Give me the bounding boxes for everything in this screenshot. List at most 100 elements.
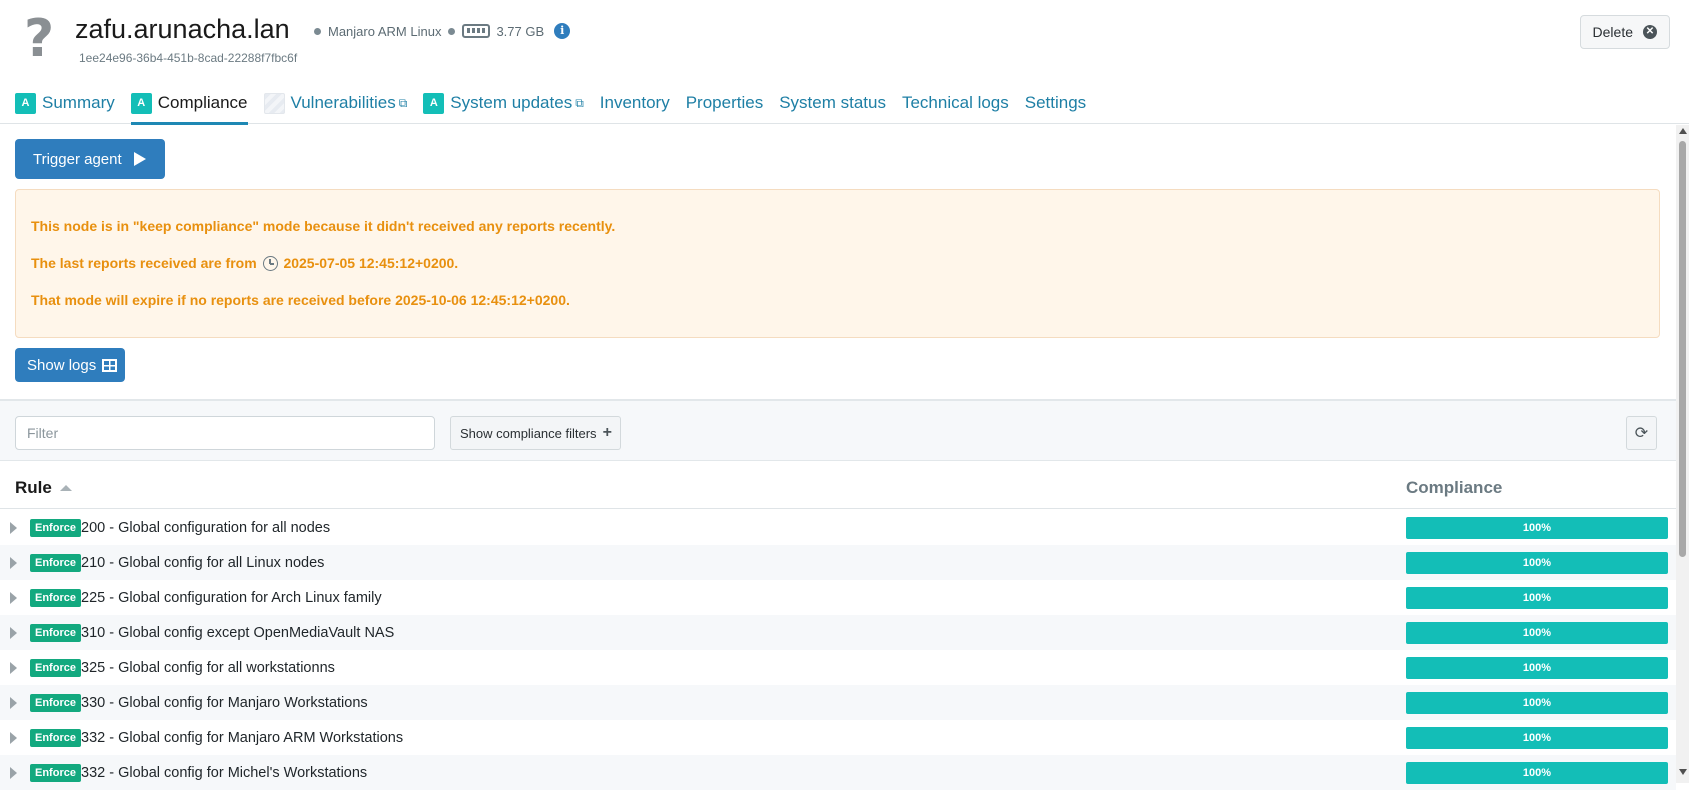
tab-label: Compliance (157, 93, 248, 112)
enforce-badge: Enforce (30, 658, 81, 677)
rule-name[interactable]: 225 - Global configuration for Arch Linu… (81, 590, 382, 606)
table-row[interactable]: Enforce 325 - Global config for all work… (0, 650, 1676, 685)
tab-inventory[interactable]: Inventory (600, 84, 670, 124)
rule-name[interactable]: 310 - Global config except OpenMediaVaul… (81, 625, 394, 641)
tab-system-updates[interactable]: A System updates ⧉ (423, 84, 584, 124)
table-row[interactable]: Enforce 225 - Global configuration for A… (0, 580, 1676, 615)
expand-caret-icon[interactable] (10, 766, 17, 779)
compliance-bar: 100% (1406, 691, 1668, 714)
compliance-bar: 100% (1406, 761, 1668, 784)
node-ram: 3.77 GB (496, 23, 545, 39)
alert-line-mode: This node is in "keep compliance" mode b… (31, 218, 616, 234)
column-header-compliance[interactable]: Compliance (1406, 478, 1502, 498)
sort-asc-icon (59, 485, 72, 491)
ram-icon (462, 24, 491, 38)
node-os: Manjaro ARM Linux (328, 23, 442, 39)
rules-table-body: Enforce 200 - Global configuration for a… (0, 510, 1676, 790)
enforce-badge: Enforce (30, 623, 81, 642)
rule-name[interactable]: 330 - Global config for Manjaro Workstat… (81, 695, 368, 711)
vertical-scrollbar[interactable] (1676, 125, 1689, 783)
compliance-bar: 100% (1406, 586, 1668, 609)
enforce-badge: Enforce (30, 553, 81, 572)
rule-name[interactable]: 332 - Global config for Manjaro ARM Work… (81, 730, 403, 746)
column-header-rule[interactable]: Rule (15, 478, 72, 498)
compliance-bar: 100% (1406, 621, 1668, 644)
table-row[interactable]: Enforce 332 - Global config for Michel's… (0, 755, 1676, 790)
tab-summary[interactable]: A Summary (15, 84, 115, 124)
compliance-bar: 100% (1406, 726, 1668, 749)
external-link-icon: ⧉ (398, 95, 408, 110)
node-meta: Manjaro ARM Linux 3.77 GB i (307, 22, 571, 40)
tab-technical-logs[interactable]: Technical logs (902, 84, 1009, 124)
node-id: 1ee24e96-36b4-451b-8cad-22288f7fbc6f (79, 51, 298, 65)
show-compliance-filters-button[interactable]: Show compliance filters + (450, 416, 621, 450)
alert-line-last-report: The last reports received are from 2025-… (31, 255, 459, 271)
delete-button[interactable]: Delete ✕ (1579, 15, 1670, 49)
plus-icon: + (602, 424, 612, 441)
expand-caret-icon[interactable] (10, 696, 17, 709)
table-row[interactable]: Enforce 210 - Global config for all Linu… (0, 545, 1676, 580)
expand-caret-icon[interactable] (10, 731, 17, 744)
show-logs-button[interactable]: Show logs (15, 348, 125, 382)
rule-name[interactable]: 332 - Global config for Michel's Worksta… (81, 765, 367, 781)
table-row[interactable]: Enforce 330 - Global config for Manjaro … (0, 685, 1676, 720)
scroll-thumb[interactable] (1679, 141, 1686, 557)
clock-icon (262, 256, 278, 271)
enforce-badge: Enforce (30, 588, 81, 607)
rule-name[interactable]: 200 - Global configuration for all nodes (81, 520, 330, 536)
score-badge: A (15, 92, 36, 114)
tab-label: Vulnerabilities (290, 93, 396, 112)
table-header: Rule Compliance (0, 464, 1676, 509)
tab-label: Properties (685, 93, 764, 112)
table-icon (102, 358, 118, 372)
expand-caret-icon[interactable] (10, 521, 17, 534)
alert-line-expiry: That mode will expire if no reports are … (31, 292, 570, 308)
enforce-badge: Enforce (30, 728, 81, 747)
compliance-panel: Trigger agent This node is in "keep comp… (0, 125, 1676, 790)
separator-dot (448, 27, 456, 35)
enforce-badge: Enforce (30, 518, 81, 537)
compliance-bar: 100% (1406, 656, 1668, 679)
close-circle-icon: ✕ (1643, 25, 1657, 39)
tab-system-status[interactable]: System status (779, 84, 886, 124)
node-hostname: zafu.arunacha.lan (75, 14, 290, 44)
table-row[interactable]: Enforce 310 - Global config except OpenM… (0, 615, 1676, 650)
table-row[interactable]: Enforce 200 - Global configuration for a… (0, 510, 1676, 545)
table-row[interactable]: Enforce 332 - Global config for Manjaro … (0, 720, 1676, 755)
tab-compliance[interactable]: A Compliance (130, 84, 248, 125)
rule-name[interactable]: 210 - Global config for all Linux nodes (81, 555, 324, 571)
score-badge: A (130, 92, 152, 114)
unknown-os-icon: ? (24, 9, 55, 69)
info-icon[interactable]: i (554, 23, 571, 39)
tab-label: System updates (450, 93, 573, 112)
play-icon (133, 152, 146, 166)
score-badge-empty (263, 92, 285, 114)
expand-caret-icon[interactable] (10, 626, 17, 639)
trigger-agent-label: Trigger agent (33, 150, 122, 168)
tab-settings[interactable]: Settings (1025, 84, 1086, 124)
scroll-down-arrow-icon[interactable] (1679, 769, 1687, 775)
tab-label: Inventory (599, 93, 670, 112)
score-badge: A (423, 92, 445, 114)
external-link-icon: ⧉ (575, 95, 584, 110)
enforce-badge: Enforce (30, 693, 81, 712)
tab-properties[interactable]: Properties (686, 84, 763, 124)
refresh-button[interactable]: ⟳ (1626, 416, 1657, 450)
scroll-up-arrow-icon[interactable] (1679, 128, 1687, 134)
tab-vulnerabilities[interactable]: Vulnerabilities ⧉ (263, 84, 408, 124)
show-logs-label: Show logs (27, 356, 97, 374)
tab-label: System status (779, 93, 886, 112)
trigger-agent-button[interactable]: Trigger agent (15, 139, 165, 179)
expand-caret-icon[interactable] (10, 556, 17, 569)
expand-caret-icon[interactable] (10, 591, 17, 604)
separator-dot (314, 27, 321, 35)
compliance-bar: 100% (1406, 551, 1668, 574)
filter-input[interactable]: Filter (15, 416, 435, 450)
rule-name[interactable]: 325 - Global config for all workstationn… (81, 660, 335, 676)
expand-caret-icon[interactable] (10, 661, 17, 674)
tab-label: Settings (1024, 93, 1087, 112)
tab-label: Summary (42, 93, 115, 112)
compliance-bar: 100% (1406, 516, 1668, 539)
refresh-icon: ⟳ (1634, 425, 1649, 442)
delete-label: Delete (1592, 24, 1633, 40)
